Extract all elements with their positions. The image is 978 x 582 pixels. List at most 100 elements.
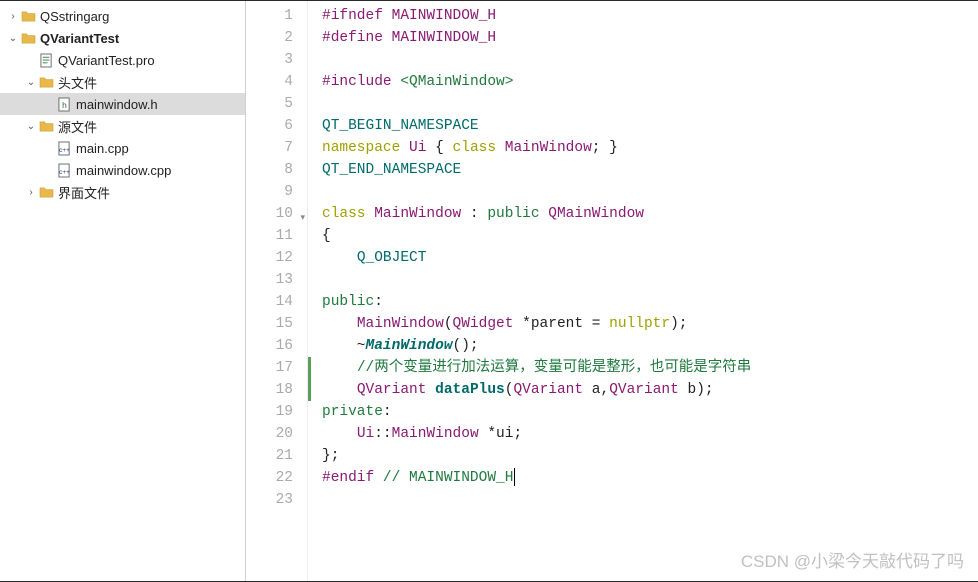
line-number: 3: [246, 49, 293, 71]
line-number: 11: [246, 225, 293, 247]
tree-item-label: main.cpp: [76, 141, 129, 156]
code-line[interactable]: #endif // MAINWINDOW_H: [322, 467, 978, 489]
code-line[interactable]: #define MAINWINDOW_H: [322, 27, 978, 49]
code-line[interactable]: QT_BEGIN_NAMESPACE: [322, 115, 978, 137]
expander-icon[interactable]: ⌄: [24, 77, 38, 88]
tree-item-qvarianttest[interactable]: ⌄ QVariantTest: [0, 27, 245, 49]
tree-item-label: QVariantTest: [40, 31, 119, 46]
token: :: [374, 294, 383, 310]
token: MainWindow: [505, 140, 592, 156]
token: #include: [322, 74, 392, 90]
line-number: 23: [246, 489, 293, 511]
tree-item--[interactable]: › 界面文件: [0, 181, 245, 203]
code-line[interactable]: Ui::MainWindow *ui;: [322, 423, 978, 445]
code-line[interactable]: public:: [322, 291, 978, 313]
token: #define: [322, 30, 383, 46]
code-editor[interactable]: 12345678910▾11121314151617181920212223 #…: [246, 1, 978, 581]
code-line[interactable]: ~MainWindow();: [322, 335, 978, 357]
expander-icon[interactable]: ›: [24, 187, 38, 198]
tree-item-label: mainwindow.h: [76, 97, 158, 112]
token: class: [322, 206, 366, 222]
code-line[interactable]: //两个变量进行加法运算，变量可能是整形，也可能是字符串: [322, 357, 978, 379]
tree-item-label: 界面文件: [58, 183, 110, 202]
tree-item-mainwindow-cpp[interactable]: c++mainwindow.cpp: [0, 159, 245, 181]
line-number: 20: [246, 423, 293, 445]
token: [383, 8, 392, 24]
code-line[interactable]: [322, 49, 978, 71]
svg-text:h: h: [62, 100, 67, 110]
svg-text:c++: c++: [59, 169, 70, 176]
token: MainWindow: [392, 426, 479, 442]
expander-icon[interactable]: ⌄: [24, 121, 38, 132]
token: //两个变量进行加法运算，变量可能是整形，也可能是字符串: [357, 360, 751, 376]
token: QMainWindow: [548, 206, 644, 222]
token: Q_OBJECT: [357, 250, 427, 266]
folder-icon: [20, 8, 36, 24]
line-number: 2: [246, 27, 293, 49]
token: [400, 140, 409, 156]
token: [540, 206, 549, 222]
code-line[interactable]: QT_END_NAMESPACE: [322, 159, 978, 181]
token: (: [444, 316, 453, 332]
svg-text:c++: c++: [59, 147, 70, 154]
fold-icon[interactable]: ▾: [300, 207, 305, 229]
token: // MAINWINDOW_H: [383, 470, 514, 486]
tree-item--[interactable]: ⌄ 源文件: [0, 115, 245, 137]
code-line[interactable]: namespace Ui { class MainWindow; }: [322, 137, 978, 159]
expander-icon[interactable]: ⌄: [6, 33, 20, 44]
tree-item-qvarianttest-pro[interactable]: QVariantTest.pro: [0, 49, 245, 71]
project-tree[interactable]: › QSstringarg ⌄ QVariantTest QVariantTest.pr…: [0, 1, 246, 581]
token: *ui;: [479, 426, 523, 442]
hfile-icon: h: [56, 96, 72, 112]
profile-icon: [38, 52, 54, 68]
line-number: 17: [246, 357, 293, 379]
token: {: [322, 228, 331, 244]
code-line[interactable]: [322, 489, 978, 511]
tree-item-label: 源文件: [58, 117, 97, 136]
token: ; }: [592, 140, 618, 156]
token: QVariant: [357, 382, 427, 398]
code-line[interactable]: [322, 181, 978, 203]
code-line[interactable]: [322, 269, 978, 291]
token: QWidget: [453, 316, 514, 332]
code-line[interactable]: #include <QMainWindow>: [322, 71, 978, 93]
token: MainWindow: [374, 206, 461, 222]
tree-item-main-cpp[interactable]: c++ main.cpp: [0, 137, 245, 159]
token: Ui: [409, 140, 426, 156]
code-line[interactable]: #ifndef MAINWINDOW_H: [322, 5, 978, 27]
cppfile-icon: c++: [56, 162, 72, 178]
tree-item-qsstringarg[interactable]: › QSstringarg: [0, 5, 245, 27]
line-number: 15: [246, 313, 293, 335]
code-line[interactable]: {: [322, 225, 978, 247]
line-number: 22: [246, 467, 293, 489]
code-line[interactable]: class MainWindow : public QMainWindow: [322, 203, 978, 225]
line-number-gutter: 12345678910▾11121314151617181920212223: [246, 1, 308, 581]
token: [366, 206, 375, 222]
line-number: 12: [246, 247, 293, 269]
code-area[interactable]: #ifndef MAINWINDOW_H#define MAINWINDOW_H…: [308, 1, 978, 581]
code-line[interactable]: private:: [322, 401, 978, 423]
folder-icon: [20, 30, 36, 46]
token: ();: [453, 338, 479, 354]
tree-item-label: QSstringarg: [40, 9, 109, 24]
token: QVariant: [609, 382, 679, 398]
token: QVariant: [513, 382, 583, 398]
token: *parent =: [513, 316, 609, 332]
token: MainWindow: [357, 316, 444, 332]
expander-icon[interactable]: ›: [6, 11, 20, 22]
code-line[interactable]: Q_OBJECT: [322, 247, 978, 269]
line-number: 7: [246, 137, 293, 159]
code-line[interactable]: QVariant dataPlus(QVariant a,QVariant b)…: [322, 379, 978, 401]
token: [322, 382, 357, 398]
folder-icon: [38, 74, 54, 90]
token: #ifndef: [322, 8, 383, 24]
tree-item--[interactable]: ⌄头文件: [0, 71, 245, 93]
code-line[interactable]: MainWindow(QWidget *parent = nullptr);: [322, 313, 978, 335]
token: Ui: [357, 426, 374, 442]
tree-item-mainwindow-h[interactable]: h mainwindow.h: [0, 93, 245, 115]
code-line[interactable]: };: [322, 445, 978, 467]
cppfile-icon: c++: [56, 140, 72, 156]
code-line[interactable]: [322, 93, 978, 115]
token: MAINWINDOW_H: [392, 30, 496, 46]
line-number: 21: [246, 445, 293, 467]
